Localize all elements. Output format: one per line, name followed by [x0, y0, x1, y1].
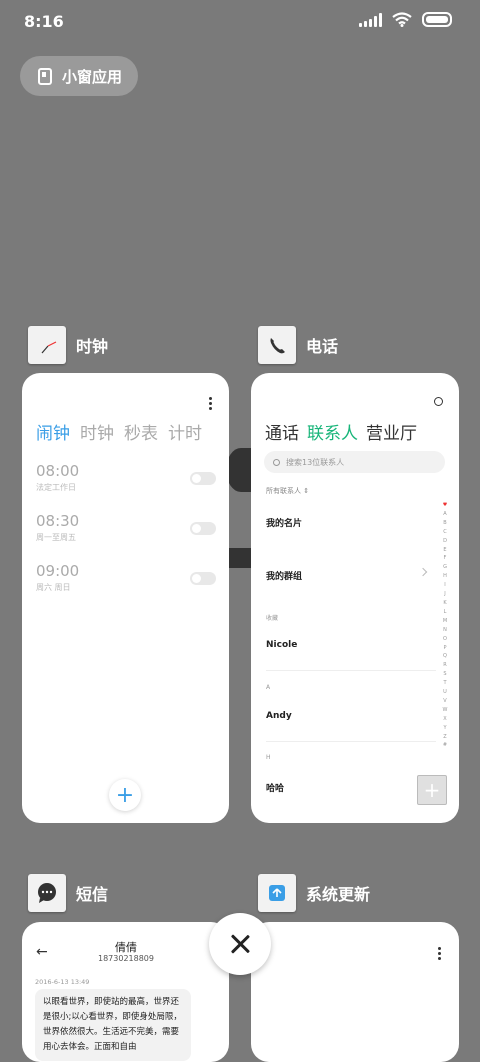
sms-contact-number: 18730218809 — [98, 954, 154, 963]
alarm-repeat: 周一至周五 — [36, 533, 76, 542]
update-app-icon — [258, 874, 296, 912]
my-card-row[interactable]: 我的名片 — [266, 516, 302, 529]
update-app-card[interactable] — [251, 922, 459, 1062]
message-date: 2016-6-13 13:49 — [35, 978, 90, 986]
sms-app-name: 短信 — [76, 885, 109, 904]
alarm-repeat: 周六 周日 — [36, 583, 71, 592]
alarm-item[interactable]: 09:00 周六 周日 — [36, 562, 216, 596]
alarm-toggle[interactable] — [190, 522, 216, 535]
tab-stopwatch[interactable]: 秒表 — [124, 419, 158, 444]
contact-search-input[interactable]: 搜索13位联系人 — [264, 451, 445, 473]
contact-row[interactable]: Nicole — [266, 640, 297, 650]
alarm-time: 08:30 — [36, 512, 80, 530]
more-icon[interactable] — [438, 947, 441, 960]
update-app-header[interactable]: 系统更新 — [258, 874, 370, 912]
search-placeholder: 搜索13位联系人 — [286, 457, 345, 467]
tab-service-hall[interactable]: 营业厅 — [366, 419, 417, 444]
tab-alarm[interactable]: 闹钟 — [36, 419, 70, 444]
alarm-time: 09:00 — [36, 562, 80, 580]
tab-calls[interactable]: 通话 — [265, 419, 299, 444]
section-h: H — [266, 754, 271, 761]
all-contacts-filter[interactable]: 所有联系人 ⇕ — [266, 486, 309, 496]
settings-icon[interactable] — [434, 397, 443, 406]
sms-contact-name: 倩倩 — [115, 941, 137, 954]
tab-timer[interactable]: 计时 — [168, 419, 202, 444]
clock-tabs: 闹钟 时钟 秒表 计时 — [36, 419, 202, 444]
alarm-repeat: 法定工作日 — [36, 483, 76, 492]
tab-clock[interactable]: 时钟 — [80, 419, 114, 444]
status-bar: 8:16 — [0, 0, 480, 42]
phone-app-name: 电话 — [306, 337, 339, 356]
sms-app-icon — [28, 874, 66, 912]
chevron-right-icon — [418, 567, 428, 577]
status-time: 8:16 — [24, 12, 64, 31]
favorites-heart-icon: ♥ — [442, 502, 448, 508]
add-contact-button[interactable]: + — [417, 775, 447, 805]
tab-contacts[interactable]: 联系人 — [307, 419, 358, 444]
floating-window-label: 小窗应用 — [62, 67, 123, 86]
sms-app-card[interactable]: ← 倩倩 18730218809 2016-6-13 13:49 以眼看世界，即… — [22, 922, 229, 1062]
phone-app-card[interactable]: 通话 联系人 营业厅 搜索13位联系人 所有联系人 ⇕ 我的名片 我的群组 收藏… — [251, 373, 459, 823]
alarm-toggle[interactable] — [190, 472, 216, 485]
alarm-item[interactable]: 08:00 法定工作日 — [36, 462, 216, 496]
battery-icon — [422, 12, 452, 27]
alarm-item[interactable]: 08:30 周一至周五 — [36, 512, 216, 546]
search-icon — [273, 458, 280, 466]
floating-window-button[interactable]: 小窗应用 — [20, 56, 138, 96]
alarm-time: 08:00 — [36, 462, 80, 480]
sms-app-header[interactable]: 短信 — [28, 874, 108, 912]
alphabet-index[interactable]: ♥ A B C D E F G H I J K L M N O P Q R S T U V W X Y Z # — [440, 501, 450, 750]
clear-all-button[interactable] — [209, 913, 271, 975]
clock-app-icon — [28, 326, 66, 364]
phone-app-header[interactable]: 电话 — [258, 326, 338, 364]
clock-app-name: 时钟 — [76, 337, 109, 356]
message-bubble[interactable]: 以眼看世界，即使站的最高，世界还是很小;以心看世界，即使身处局限，世界依然很大。… — [35, 989, 191, 1061]
my-groups-row[interactable]: 我的群组 — [266, 569, 302, 582]
floating-window-icon — [38, 67, 52, 85]
divider — [266, 741, 436, 742]
phone-app-icon — [258, 326, 296, 364]
phone-tabs: 通话 联系人 营业厅 — [265, 419, 417, 444]
update-app-name: 系统更新 — [306, 885, 371, 904]
contact-row[interactable]: Andy — [266, 711, 292, 721]
clock-app-header[interactable]: 时钟 — [28, 326, 108, 364]
wifi-icon — [392, 12, 412, 27]
background-shape — [226, 548, 252, 568]
alarm-toggle[interactable] — [190, 572, 216, 585]
status-icons — [359, 12, 452, 27]
clock-app-card[interactable]: 闹钟 时钟 秒表 计时 08:00 法定工作日 08:30 周一至周五 09:0… — [22, 373, 229, 823]
section-a: A — [266, 684, 271, 691]
divider — [266, 670, 436, 671]
signal-icon — [359, 12, 382, 27]
section-favorites: 收藏 — [266, 615, 279, 622]
more-icon[interactable] — [209, 397, 212, 410]
add-alarm-button[interactable]: + — [109, 779, 141, 811]
contact-row[interactable]: 哈哈 — [266, 781, 284, 794]
close-icon — [230, 934, 250, 954]
